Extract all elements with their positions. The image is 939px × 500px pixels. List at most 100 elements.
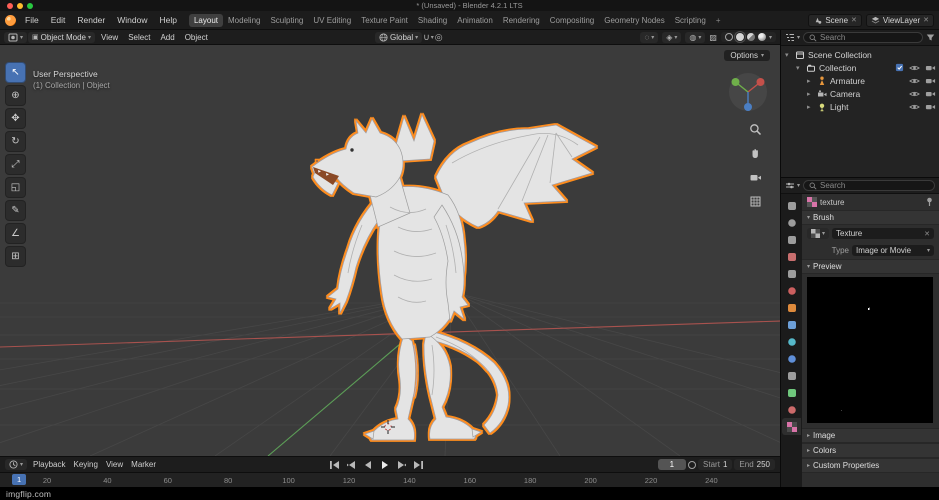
zoom-icon[interactable] — [747, 121, 763, 137]
editor-type-selector[interactable]: ▾ — [4, 31, 28, 43]
select-box-tool[interactable]: ↖ — [5, 62, 26, 83]
texture-type-dropdown[interactable]: Image or Movie ▾ — [852, 245, 934, 256]
expand-caret[interactable]: ▸ — [807, 103, 814, 111]
shading-rendered-icon[interactable] — [757, 33, 766, 41]
timeline-menu-view[interactable]: View — [102, 459, 127, 470]
model-dragon-creature[interactable] — [311, 114, 597, 441]
workspace-tab-compositing[interactable]: Compositing — [545, 14, 599, 27]
hide-eye-toggle[interactable] — [909, 64, 920, 72]
material-tab[interactable] — [782, 401, 801, 418]
expand-caret[interactable]: ▾ — [796, 64, 803, 72]
next-keyframe-button[interactable] — [394, 460, 410, 470]
add-cube-tool[interactable]: ⊞ — [5, 246, 26, 267]
workspace-tab-geometry-nodes[interactable]: Geometry Nodes — [599, 14, 669, 27]
shading-wireframe-icon[interactable] — [724, 33, 733, 41]
ortho-grid-icon[interactable] — [747, 193, 763, 209]
workspace-tab-animation[interactable]: Animation — [452, 14, 498, 27]
unlink-scene-icon[interactable]: ✕ — [851, 16, 857, 24]
hide-eye-toggle[interactable] — [909, 103, 920, 111]
texture-preview-image[interactable] — [807, 277, 933, 423]
current-frame-field[interactable]: 1 — [657, 459, 687, 470]
menu-edit[interactable]: Edit — [45, 14, 72, 26]
minimize-window-button[interactable] — [17, 2, 23, 9]
texture-name-field[interactable]: Texture ✕ — [832, 228, 934, 239]
jump-to-start-button[interactable] — [326, 460, 342, 470]
outliner-row-light[interactable]: ▸ Light — [781, 100, 939, 113]
close-window-button[interactable] — [7, 2, 13, 9]
world-tab[interactable] — [782, 282, 801, 299]
cursor-tool[interactable]: ⊕ — [5, 85, 26, 106]
scene-tab[interactable] — [782, 265, 801, 282]
render-visibility-toggle[interactable] — [925, 64, 936, 72]
menu-window[interactable]: Window — [111, 14, 153, 26]
playhead[interactable]: 1 — [12, 474, 27, 485]
workspace-tab-scripting[interactable]: Scripting — [670, 14, 711, 27]
section-brush[interactable]: ▾ Brush — [802, 210, 939, 225]
render-visibility-toggle[interactable] — [925, 90, 936, 98]
unlink-texture-icon[interactable]: ✕ — [924, 230, 930, 238]
menu-help[interactable]: Help — [153, 14, 182, 26]
visibility-dropdown[interactable]: ◌ ▾ — [640, 31, 659, 43]
mode-selector[interactable]: ▣ Object Mode ▾ — [28, 31, 96, 43]
expand-caret[interactable]: ▸ — [807, 90, 814, 98]
viewport-3d[interactable]: ↖ ⊕ ✥ ↻ ⤢ ◱ ✎ ∠ ⊞ User Perspective (1) Collectio… — [0, 45, 780, 456]
timeline-ruler[interactable]: 1 20 40 60 80 100 120 140 160 180 200 220 240 — [0, 472, 780, 487]
render-visibility-toggle[interactable] — [925, 103, 936, 111]
timeline-menu-playback[interactable]: Playback — [29, 459, 69, 470]
object-data-tab[interactable] — [782, 384, 801, 401]
modifiers-tab[interactable] — [782, 316, 801, 333]
properties-search-input[interactable]: Search — [803, 180, 935, 191]
auto-keying-icon[interactable] — [688, 460, 697, 469]
frame-start-field[interactable]: Start 1 — [698, 459, 733, 470]
blender-logo-icon[interactable] — [5, 14, 16, 26]
outliner-row-armature[interactable]: ▸ Armature — [781, 74, 939, 87]
titlebar[interactable]: * (Unsaved) - Blender 4.2.1 LTS — [0, 0, 939, 11]
outliner-search-input[interactable]: Search — [803, 32, 923, 43]
workspace-tab-rendering[interactable]: Rendering — [498, 14, 545, 27]
workspace-tab-modeling[interactable]: Modeling — [223, 14, 265, 27]
hide-eye-toggle[interactable] — [909, 77, 920, 85]
viewlayer-selector[interactable]: ViewLayer ✕ — [865, 13, 934, 27]
constraints-tab[interactable] — [782, 367, 801, 384]
outliner-editor-selector[interactable]: ▾ — [785, 33, 800, 42]
menu-render[interactable]: Render — [71, 14, 111, 26]
prev-keyframe-button[interactable] — [343, 460, 359, 470]
expand-caret[interactable]: ▸ — [807, 77, 814, 85]
viewport-menu-object[interactable]: Object — [180, 32, 213, 43]
play-button[interactable] — [377, 460, 393, 470]
section-custom-properties[interactable]: ▸ Custom Properties — [802, 458, 939, 473]
pin-icon[interactable] — [925, 197, 934, 207]
scene-selector[interactable]: Scene ✕ — [808, 13, 862, 27]
show-overlays-toggle[interactable]: ◍ ▾ — [685, 31, 706, 43]
viewport-menu-add[interactable]: Add — [155, 32, 179, 43]
viewport-menu-view[interactable]: View — [96, 32, 123, 43]
exclude-checkbox[interactable] — [895, 63, 904, 72]
transform-orientation-dropdown[interactable]: Global ▾ — [375, 31, 423, 43]
options-dropdown[interactable]: Options ▾ — [724, 50, 770, 61]
render-visibility-toggle[interactable] — [925, 77, 936, 85]
output-tab[interactable] — [782, 231, 801, 248]
outliner-row-scene-collection[interactable]: ▾ Scene Collection — [781, 48, 939, 61]
snap-magnet-icon[interactable]: ∪ — [423, 32, 430, 43]
rotate-tool[interactable]: ↻ — [5, 131, 26, 152]
outliner-row-camera[interactable]: ▸ Camera — [781, 87, 939, 100]
camera-view-icon[interactable] — [747, 169, 763, 185]
zoom-window-button[interactable] — [27, 2, 33, 9]
proportional-editing-icon[interactable]: ◎ — [435, 32, 443, 43]
shading-solid-icon[interactable] — [733, 31, 746, 43]
add-workspace-button[interactable]: + — [711, 14, 726, 27]
shading-material-icon[interactable] — [746, 33, 755, 41]
navigation-gizmo[interactable] — [728, 71, 768, 115]
hide-eye-toggle[interactable] — [909, 90, 920, 98]
jump-to-end-button[interactable] — [411, 460, 427, 470]
texture-browse-dropdown[interactable]: ▾ — [807, 228, 830, 239]
outliner-row-collection[interactable]: ▾ Collection — [781, 61, 939, 74]
play-reverse-button[interactable] — [360, 460, 376, 470]
view-layer-tab[interactable] — [782, 248, 801, 265]
section-preview[interactable]: ▾ Preview — [802, 259, 939, 274]
workspace-tab-layout[interactable]: Layout — [188, 13, 223, 27]
particles-tab[interactable] — [782, 333, 801, 350]
workspace-tab-texture-paint[interactable]: Texture Paint — [356, 14, 413, 27]
timeline-menu-keying[interactable]: Keying — [69, 459, 101, 470]
render-tab[interactable] — [782, 214, 801, 231]
